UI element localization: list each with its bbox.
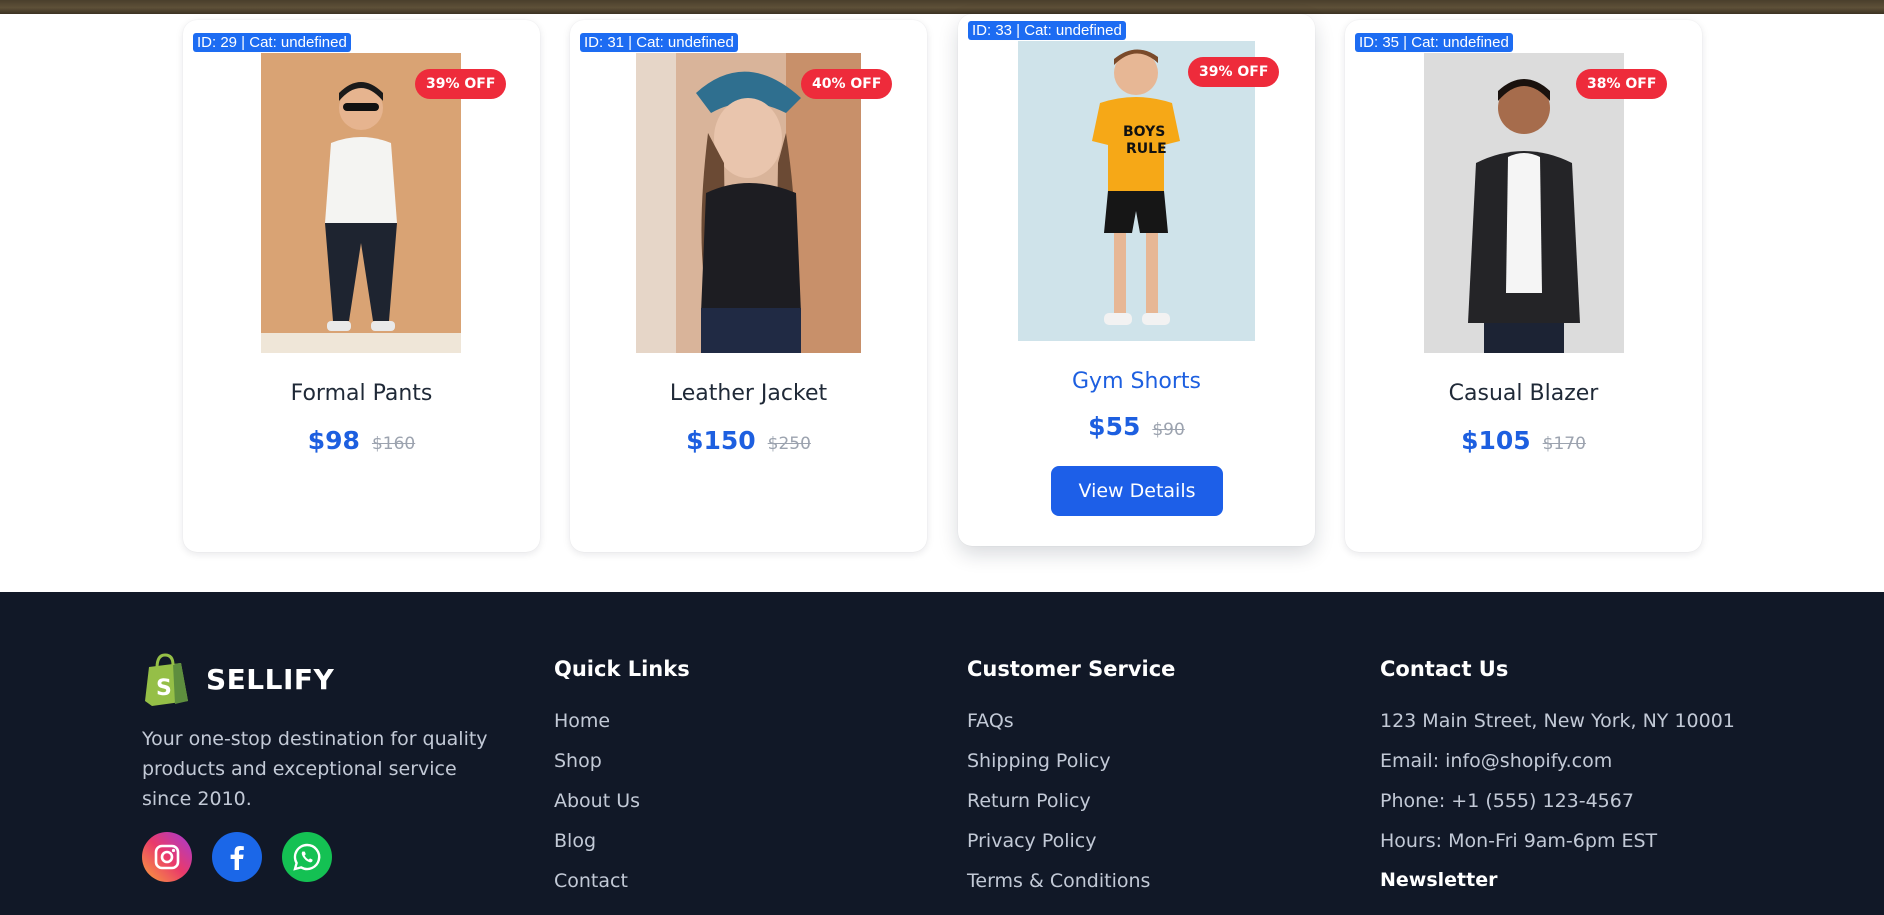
quick-links-heading: Quick Links [554,657,690,681]
footer-link-privacy-policy[interactable]: Privacy Policy [967,829,1175,853]
svg-text:RULE: RULE [1126,141,1167,157]
footer-link-return-policy[interactable]: Return Policy [967,789,1175,813]
brand-name: SELLIFY [206,663,335,696]
footer-link-contact[interactable]: Contact [554,869,690,893]
product-name[interactable]: Gym Shorts [958,369,1315,394]
contact-email: Email: info@shopify.com [1380,750,1613,772]
whatsapp-link[interactable] [282,832,332,882]
current-price: $150 [686,426,756,455]
current-price: $98 [307,426,360,455]
footer-link-terms[interactable]: Terms & Conditions [967,869,1175,893]
site-footer: S SELLIFY Your one-stop destination for … [0,592,1884,915]
contact-address: 123 Main Street, New York, NY 10001 [1380,710,1735,732]
contact-phone: Phone: +1 (555) 123-4567 [1380,790,1634,812]
discount-badge: 39% OFF [415,69,507,99]
footer-link-shop[interactable]: Shop [554,749,690,773]
price-row: $98 $160 [183,426,540,455]
facebook-link[interactable] [212,832,262,882]
customer-service-column: Customer Service FAQs Shipping Policy Re… [967,656,1175,909]
original-price: $250 [767,434,811,454]
top-banner-strip [0,0,1884,14]
discount-badge: 39% OFF [1188,57,1280,87]
footer-link-home[interactable]: Home [554,709,690,733]
debug-id-tag: ID: 29 | Cat: undefined [193,33,351,52]
current-price: $55 [1088,412,1141,441]
original-price: $90 [1152,420,1185,440]
footer-link-shipping-policy[interactable]: Shipping Policy [967,749,1175,773]
discount-badge: 38% OFF [1576,69,1668,99]
product-name[interactable]: Formal Pants [183,381,540,406]
instagram-link[interactable] [142,832,192,882]
product-card-leather-jacket[interactable]: ID: 31 | Cat: undefined 40% OFF Leather … [570,20,927,552]
footer-link-blog[interactable]: Blog [554,829,690,853]
customer-service-heading: Customer Service [967,657,1176,681]
view-details-button[interactable]: View Details [1051,466,1223,516]
product-card-casual-blazer[interactable]: ID: 35 | Cat: undefined 38% OFF Casual B… [1345,20,1702,552]
instagram-icon [154,844,180,870]
debug-id-tag: ID: 35 | Cat: undefined [1355,33,1513,52]
original-price: $160 [371,434,416,454]
newsletter-heading: Newsletter [1380,869,1498,891]
price-row: $55 $90 [958,412,1315,441]
footer-link-faqs[interactable]: FAQs [967,709,1175,733]
discount-badge: 40% OFF [801,69,893,99]
product-card-formal-pants[interactable]: ID: 29 | Cat: undefined 39% OFF Formal P… [183,20,540,552]
current-price: $105 [1461,426,1531,455]
product-name[interactable]: Casual Blazer [1345,381,1702,406]
contact-hours: Hours: Mon-Fri 9am-6pm EST [1380,830,1658,852]
product-card-gym-shorts[interactable]: ID: 33 | Cat: undefined BOYS RULE 39% OF… [958,14,1315,546]
contact-column: Contact Us 123 Main Street, New York, NY… [1380,656,1735,891]
product-name[interactable]: Leather Jacket [570,381,927,406]
svg-text:S: S [156,676,172,701]
footer-link-about[interactable]: About Us [554,789,690,813]
quick-links-column: Quick Links Home Shop About Us Blog Cont… [554,656,690,909]
debug-id-tag: ID: 31 | Cat: undefined [580,33,738,52]
shopping-bag-icon: S [145,653,188,706]
whatsapp-icon [293,843,321,871]
contact-heading: Contact Us [1380,657,1509,681]
original-price: $170 [1542,434,1586,454]
price-row: $150 $250 [570,426,927,455]
product-grid: ID: 29 | Cat: undefined 39% OFF Formal P… [0,14,1884,592]
debug-id-tag: ID: 33 | Cat: undefined [968,21,1126,40]
facebook-icon [230,846,244,870]
footer-tagline: Your one-stop destination for quality pr… [142,728,488,810]
footer-logo[interactable]: S SELLIFY [143,653,334,706]
price-row: $105 $170 [1345,426,1702,455]
svg-text:BOYS: BOYS [1123,124,1165,140]
